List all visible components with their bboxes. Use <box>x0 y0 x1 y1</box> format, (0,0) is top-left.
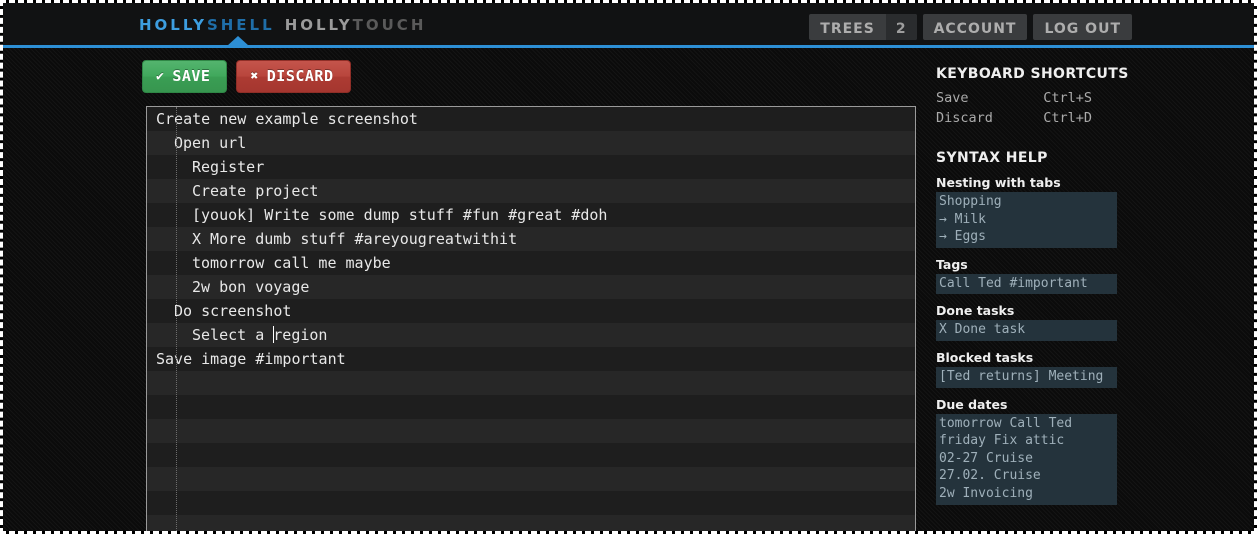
line-text: Save image #important <box>156 350 346 368</box>
nav-item-trees[interactable]: TREES 2 <box>809 14 917 40</box>
close-icon: ✖ <box>250 69 259 84</box>
tab-guide-line <box>176 107 177 531</box>
line-text: Do screenshot <box>174 302 292 320</box>
editor-toolbar: ✔ SAVE ✖ DISCARD <box>142 60 351 93</box>
app-window: HOLLYSHELL HOLLYTOUCH TREES 2 ACCOUNT LOG… <box>0 0 1257 534</box>
editor-line[interactable]: Do screenshot <box>147 299 915 323</box>
nav-item-trees-badge: 2 <box>885 14 917 40</box>
nav-item-account[interactable]: ACCOUNT <box>922 14 1028 40</box>
line-text-before-caret: Select a <box>192 326 274 344</box>
editor-line[interactable]: Create project <box>147 179 915 203</box>
syntax-section-example: tomorrow Call Ted friday Fix attic 02-27… <box>936 413 1117 505</box>
syntax-help-title: SYNTAX HELP <box>936 150 1048 166</box>
tree-editor[interactable]: Create new example screenshot Open url Reg… <box>146 106 916 531</box>
line-text: 2w bon voyage <box>192 278 310 296</box>
shortcut-action: Discard <box>936 110 993 126</box>
syntax-help-list: Nesting with tabs Shopping → Milk → Eggs T… <box>936 175 1136 505</box>
discard-button[interactable]: ✖ DISCARD <box>236 60 351 93</box>
nav-item-trees-label: TREES <box>820 21 875 37</box>
syntax-section-example: Call Ted #important <box>936 273 1117 295</box>
editor-line-empty[interactable] <box>147 467 915 491</box>
keyboard-shortcuts-title: KEYBOARD SHORTCUTS <box>936 66 1129 82</box>
editor-lines: Create new example screenshot Open url Reg… <box>147 107 915 531</box>
line-text: Open url <box>174 134 247 152</box>
syntax-section-example: [Ted returns] Meeting <box>936 366 1117 388</box>
editor-line-empty[interactable] <box>147 491 915 515</box>
editor-line[interactable]: Create new example screenshot <box>147 107 915 131</box>
shortcut-keys: Ctrl+D <box>1043 110 1092 126</box>
syntax-section-example: Shopping → Milk → Eggs <box>936 192 1117 248</box>
editor-line[interactable]: Select a region <box>147 323 915 347</box>
logo-holly-1: HOLLY <box>139 16 207 34</box>
editor-line[interactable]: Save image #important <box>147 347 915 371</box>
line-text: Create project <box>192 182 319 200</box>
shortcut-row: Save Ctrl+S <box>936 88 1092 108</box>
line-text: tomorrow call me maybe <box>192 254 391 272</box>
app-header: HOLLYSHELL HOLLYTOUCH TREES 2 ACCOUNT LOG… <box>3 3 1254 48</box>
editor-line[interactable]: 2w bon voyage <box>147 275 915 299</box>
line-text: [youok] Write some dump stuff #fun #grea… <box>192 206 608 224</box>
line-text: Create new example screenshot <box>156 110 418 128</box>
shortcut-action: Save <box>936 90 969 106</box>
editor-line[interactable]: X More dumb stuff #areyougreatwithit <box>147 227 915 251</box>
app-logo[interactable]: HOLLYSHELL HOLLYTOUCH <box>139 16 426 34</box>
line-text: X More dumb stuff #areyougreatwithit <box>192 230 518 248</box>
page-body: ✔ SAVE ✖ DISCARD Create new example scre… <box>3 48 1254 531</box>
logo-shell: SHELL <box>206 16 275 34</box>
shortcut-row: Discard Ctrl+D <box>936 108 1092 128</box>
help-sidebar: KEYBOARD SHORTCUTS Save Ctrl+S Discard C… <box>936 66 1136 505</box>
editor-line-empty[interactable] <box>147 515 915 531</box>
line-text-after-caret: region <box>273 326 328 344</box>
header-nav: TREES 2 ACCOUNT LOG OUT <box>809 14 1132 40</box>
line-text: Register <box>192 158 265 176</box>
editor-line-empty[interactable] <box>147 419 915 443</box>
nav-item-account-label: ACCOUNT <box>933 21 1017 37</box>
editor-line-empty[interactable] <box>147 443 915 467</box>
editor-line[interactable]: [youok] Write some dump stuff #fun #grea… <box>147 203 915 227</box>
editor-line[interactable]: Open url <box>147 131 915 155</box>
discard-button-label: DISCARD <box>266 67 334 85</box>
editor-line[interactable]: tomorrow call me maybe <box>147 251 915 275</box>
check-icon: ✔ <box>156 69 165 84</box>
syntax-section-title: Blocked tasks <box>936 349 1034 365</box>
syntax-section-title: Done tasks <box>936 303 1015 319</box>
nav-item-logout[interactable]: LOG OUT <box>1033 14 1132 40</box>
editor-line-empty[interactable] <box>147 395 915 419</box>
editor-line-empty[interactable] <box>147 371 915 395</box>
syntax-section-example: X Done task <box>936 320 1117 341</box>
save-button[interactable]: ✔ SAVE <box>142 60 228 93</box>
logo-holly-2: HOLLY <box>284 16 353 34</box>
shortcut-keys: Ctrl+S <box>1043 90 1092 106</box>
logo-touch: TOUCH <box>352 16 427 34</box>
editor-line[interactable]: Register <box>147 155 915 179</box>
nav-item-logout-label: LOG OUT <box>1044 21 1121 37</box>
save-button-label: SAVE <box>172 67 211 85</box>
syntax-section-title: Due dates <box>936 396 1008 412</box>
active-tab-arrow-icon <box>227 36 249 46</box>
syntax-section-title: Tags <box>936 256 968 272</box>
syntax-section-title: Nesting with tabs <box>936 175 1061 190</box>
